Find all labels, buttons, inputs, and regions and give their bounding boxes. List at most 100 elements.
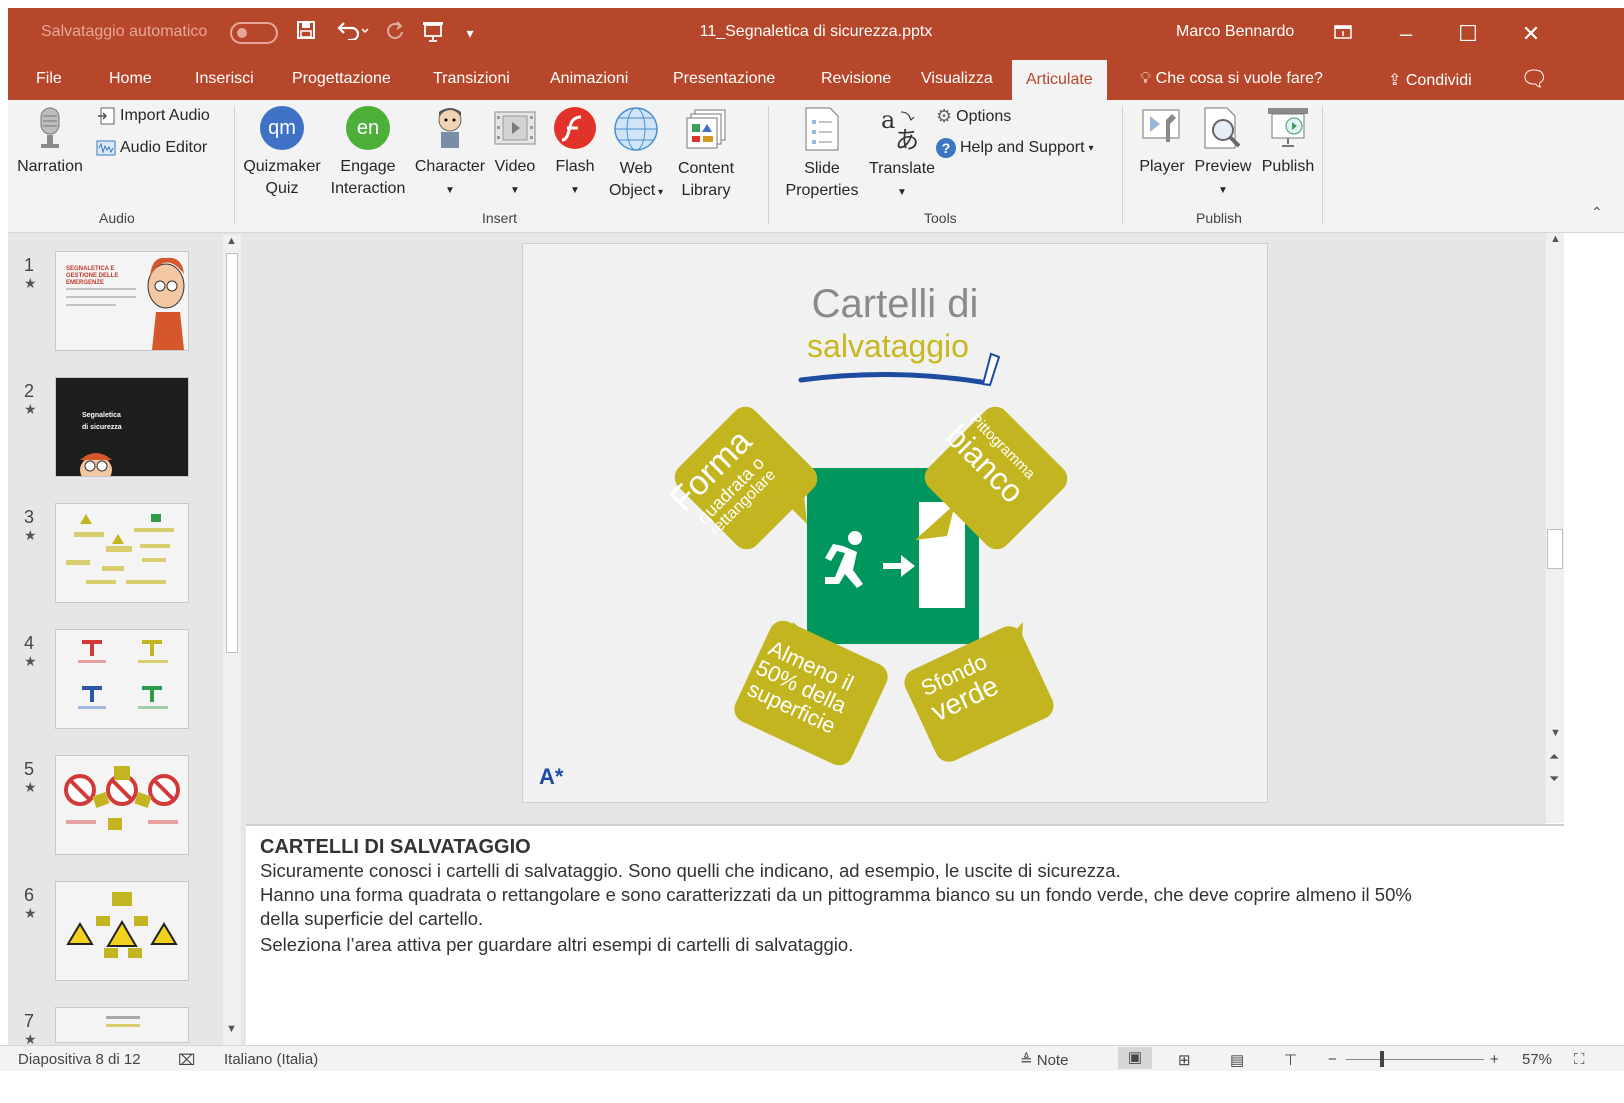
tab-file[interactable]: File [36, 70, 62, 88]
character-button[interactable]: Character ▼ [412, 104, 488, 202]
video-button[interactable]: Video ▼ [490, 106, 540, 202]
scroll-up-icon[interactable]: ▲ [226, 235, 237, 247]
translate-icon: aあ [881, 106, 919, 152]
engage-interaction-button[interactable]: en Engage Interaction [326, 106, 410, 200]
help-support-button[interactable]: ? Help and Support ▾ [936, 138, 1094, 158]
animation-star-icon: ★ [24, 527, 37, 543]
comments-icon[interactable]: 🗨︎ [1520, 66, 1548, 92]
share-button[interactable]: ⇪ Condividi [1388, 70, 1472, 90]
thumb-warning-signs-image [66, 892, 178, 958]
tab-animations[interactable]: Animazioni [550, 70, 628, 88]
group-label-audio: Audio [99, 210, 135, 226]
tab-insert[interactable]: Inserisci [195, 70, 254, 88]
thumb-number: 1 [24, 255, 35, 275]
maximize-icon[interactable]: ☐ [1448, 16, 1488, 52]
notes-toggle[interactable]: ≜ Note [1020, 1051, 1068, 1069]
thumb-number: 6 [24, 885, 35, 905]
content-library-icon [686, 109, 726, 149]
slide-thumbnail-6[interactable] [55, 881, 189, 981]
slide-canvas[interactable]: Cartelli di salvataggio Forma quadrata o… [522, 243, 1268, 803]
desktop-background [0, 1071, 1624, 1103]
import-audio-icon [98, 107, 115, 125]
scrollbar-thumb[interactable] [1547, 529, 1563, 569]
engage-icon: en [346, 106, 390, 150]
reading-view-icon[interactable]: ▤ [1230, 1051, 1244, 1069]
articulate-logo: A* [539, 764, 564, 789]
slide-properties-button[interactable]: Slide Properties [776, 106, 868, 202]
user-name[interactable]: Marco Bennardo [1176, 23, 1294, 41]
close-icon[interactable]: ✕ [1511, 16, 1551, 52]
scroll-up-icon[interactable]: ▲ [1550, 233, 1561, 245]
chevron-down-icon: ▼ [510, 185, 520, 196]
thumb-signposts-image [78, 640, 168, 709]
ribbon-display-options-icon[interactable] [1323, 16, 1363, 52]
language-indicator[interactable]: Italiano (Italia) [224, 1051, 318, 1068]
zoom-out-icon[interactable]: − [1328, 1051, 1337, 1068]
options-button[interactable]: ⚙︎ Options [936, 106, 1011, 127]
player-button[interactable]: Player [1136, 106, 1188, 178]
chevron-down-icon: ▼ [1218, 185, 1228, 196]
slide-thumbnail-5[interactable] [55, 755, 189, 855]
zoom-in-icon[interactable]: + [1490, 1051, 1499, 1068]
slide-sorter-icon[interactable]: ⊞ [1178, 1051, 1191, 1069]
notes-pane[interactable]: CARTELLI DI SALVATAGGIO Sicuramente cono… [246, 824, 1564, 1046]
slide-scrollbar[interactable]: ▲ ▼ ⏶ ⏷ [1546, 233, 1564, 823]
preview-button[interactable]: Preview ▼ [1192, 106, 1254, 202]
collapse-ribbon-icon[interactable]: ⌃ [1591, 204, 1603, 221]
fit-slide-icon[interactable]: ⛶ [1574, 1051, 1585, 1068]
audio-editor-label: Audio Editor [120, 139, 208, 156]
right-arrow-icon [883, 555, 915, 577]
ribbon-tabs: File Home Inserisci Progettazione Transi… [8, 60, 1624, 100]
scroll-down-icon[interactable]: ▼ [226, 1023, 237, 1035]
tab-view[interactable]: Visualizza [921, 70, 993, 88]
flash-button[interactable]: Flash ▼ [550, 106, 600, 202]
animation-star-icon: ★ [24, 653, 37, 669]
slide-thumbnail-4[interactable] [55, 629, 189, 729]
slide-thumbnail-3[interactable] [55, 503, 189, 603]
tab-design[interactable]: Progettazione [292, 70, 391, 88]
content-library-button[interactable]: Content Library [670, 106, 742, 202]
callout-pointer [915, 504, 955, 540]
spell-check-icon[interactable]: ⌧ [178, 1051, 195, 1069]
svg-text:あ: あ [895, 126, 919, 152]
quizmaker-quiz-button[interactable]: qm Quizmaker Quiz [240, 106, 324, 200]
publish-button[interactable]: Publish [1258, 106, 1318, 178]
slide-thumbnail-7[interactable] [55, 1007, 189, 1043]
ribbon: Narration Import Audio Audio Editor Audi… [8, 100, 1624, 233]
status-bar: Diapositiva 8 di 12 ⌧ Italiano (Italia) … [0, 1045, 1624, 1072]
normal-view-icon[interactable]: ▣ [1118, 1047, 1152, 1069]
audio-editor-button[interactable]: Audio Editor [96, 138, 207, 158]
thumb-number: 2 [24, 381, 35, 401]
tab-review[interactable]: Revisione [821, 70, 891, 88]
notes-line: Seleziona l’area attiva per guardare alt… [260, 934, 854, 955]
zoom-slider-thumb[interactable] [1380, 1051, 1384, 1067]
minimize-icon[interactable]: – [1386, 16, 1426, 52]
slide-counter[interactable]: Diapositiva 8 di 12 [18, 1051, 141, 1068]
translate-button[interactable]: aあ Translate ▼ [864, 106, 940, 204]
slideshow-view-icon[interactable]: ⊤ [1284, 1051, 1297, 1069]
zoom-slider[interactable] [1346, 1059, 1484, 1060]
previous-slide-icon[interactable]: ⏶ [1549, 749, 1559, 765]
flash-icon [554, 107, 596, 149]
thumbnails-scrollbar[interactable]: ▲ ▼ [223, 235, 241, 1071]
import-audio-button[interactable]: Import Audio [96, 106, 210, 126]
slide-thumbnail-2[interactable]: Segnaletica di sicurezza [55, 377, 189, 477]
slide-title-line1[interactable]: Cartelli di [523, 282, 1267, 327]
cartoon-character-image [80, 453, 112, 476]
film-icon [494, 111, 536, 145]
scrollbar-thumb[interactable] [226, 253, 238, 653]
next-slide-icon[interactable]: ⏷ [1549, 771, 1559, 787]
scroll-down-icon[interactable]: ▼ [1550, 727, 1561, 739]
web-object-button[interactable]: Web Object ▾ [604, 106, 668, 204]
narration-button[interactable]: Narration [14, 106, 86, 178]
tab-articulate[interactable]: Articulate [1012, 60, 1107, 100]
tab-slideshow[interactable]: Presentazione [673, 70, 775, 88]
zoom-level[interactable]: 57% [1522, 1051, 1552, 1068]
slide-thumbnail-1[interactable]: SEGNALETICA E GESTIONE DELLE EMERGENZE [55, 251, 189, 351]
tell-me-search[interactable]: 💡︎ Che cosa si vuole fare? [1140, 70, 1323, 88]
tab-home[interactable]: Home [109, 70, 152, 88]
chevron-down-icon: ▾ [1088, 142, 1094, 154]
quizmaker-label-1: Quizmaker [243, 158, 321, 175]
title-bar: Salvataggio automatico ▾ 11_Segnaletica … [8, 8, 1624, 60]
tab-transitions[interactable]: Transizioni [433, 70, 510, 88]
